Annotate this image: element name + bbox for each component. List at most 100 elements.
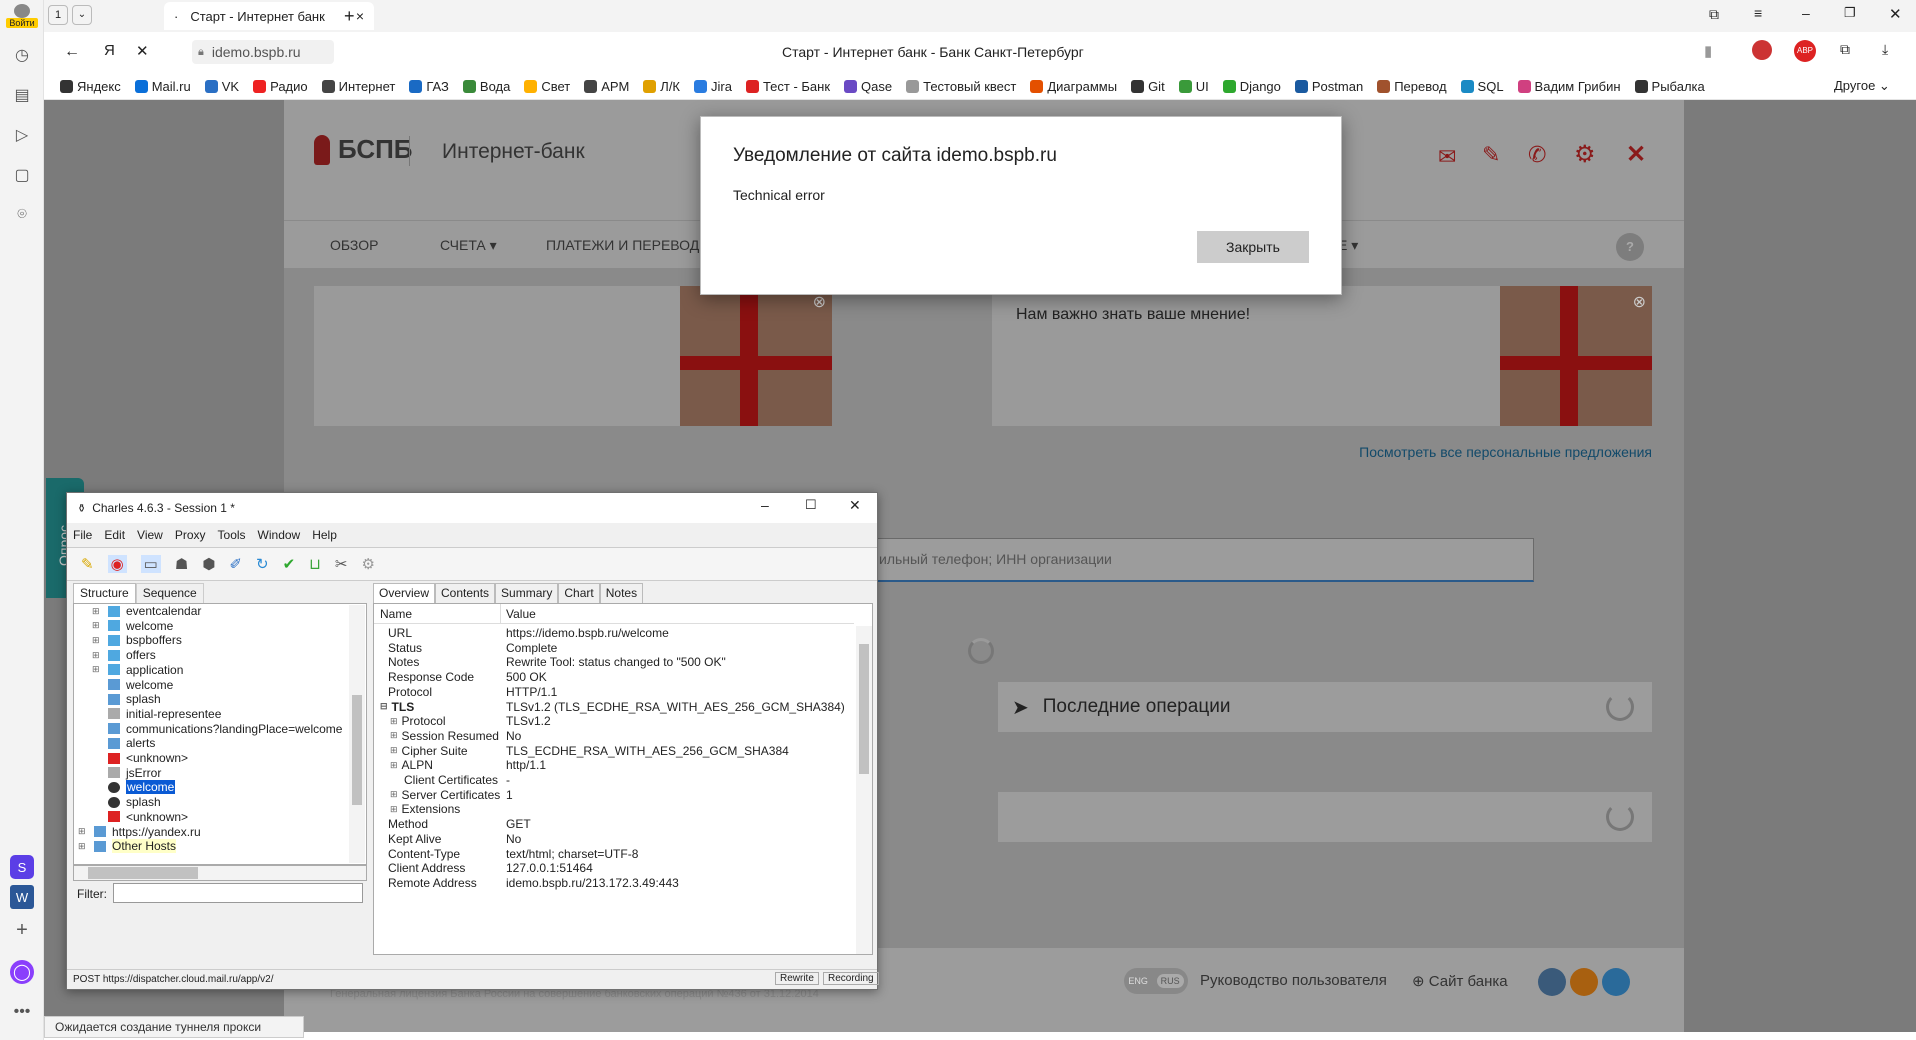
tree-item[interactable]: ⊞ Other Hosts <box>74 837 354 855</box>
bookmark-item[interactable]: ГАЗ <box>409 79 449 94</box>
bookmark-item[interactable]: Qase <box>844 79 892 94</box>
menu-item[interactable]: Help <box>312 528 337 542</box>
more-icon[interactable]: ••• <box>10 1000 34 1024</box>
bookmark-icon[interactable]: ▮ <box>1704 42 1712 60</box>
download-icon[interactable]: ⤓ <box>1882 41 1888 58</box>
screenshot-icon[interactable]: ⌾ <box>10 203 34 227</box>
promo-card-1[interactable]: ⊗ <box>314 286 832 426</box>
minimize-icon[interactable]: – <box>1802 5 1810 21</box>
word-icon[interactable]: W <box>10 885 34 909</box>
menu-item[interactable]: Proxy <box>175 528 206 542</box>
extension-icon[interactable] <box>1752 40 1772 60</box>
recent-ops-panel[interactable]: ➤ Последние операции <box>998 682 1652 732</box>
expand-icon[interactable]: ⊞ <box>92 664 104 675</box>
overview-scrollbar[interactable] <box>856 626 872 954</box>
bookmark-item[interactable]: Вадим Грибин <box>1517 79 1621 94</box>
tab-sequence[interactable]: Sequence <box>135 583 204 603</box>
basket-icon[interactable]: ⊔ <box>309 555 321 573</box>
turtle-icon[interactable]: ☗ <box>175 555 188 573</box>
app-s-icon[interactable]: S <box>10 855 34 879</box>
bookmark-item[interactable]: Свет <box>524 79 570 94</box>
menu-item[interactable]: Edit <box>104 528 125 542</box>
settings-icon[interactable]: ⚙ <box>361 555 374 573</box>
nav-overview[interactable]: ОБЗОР <box>330 237 378 253</box>
bookmark-item[interactable]: Интернет <box>321 79 395 94</box>
tools-icon[interactable]: ✂ <box>335 555 348 573</box>
bookmark-item[interactable]: АРМ <box>584 79 629 94</box>
user-guide-link[interactable]: Руководство пользователя <box>1200 972 1387 989</box>
close-icon[interactable]: ✕ <box>849 497 861 514</box>
gear-icon[interactable]: ⚙ <box>1574 140 1596 169</box>
search-input[interactable]: ильный телефон; ИНН организации <box>864 538 1534 582</box>
chevron-down-icon[interactable]: ⌄ <box>72 5 92 25</box>
bookmark-item[interactable]: SQL <box>1460 79 1504 94</box>
expand-icon[interactable]: ⊞ <box>92 650 104 661</box>
bank-site-link[interactable]: ⊕ Сайт банка <box>1412 972 1508 990</box>
stop-icon[interactable]: ✕ <box>136 42 149 60</box>
bookmark-item[interactable]: Вода <box>462 79 510 94</box>
recording-button[interactable]: Recording <box>823 972 879 985</box>
adblock-icon[interactable]: ABP <box>1794 40 1816 62</box>
expand-icon[interactable]: ⊞ <box>390 760 398 771</box>
maximize-icon[interactable]: ❐ <box>1844 5 1856 21</box>
bookmark-item[interactable]: UI <box>1178 79 1209 94</box>
back-icon[interactable]: ← <box>64 43 80 61</box>
tab-summary[interactable]: Summary <box>495 583 559 603</box>
tab-notes[interactable]: Notes <box>599 583 644 603</box>
tab-structure[interactable]: Structure <box>73 583 136 603</box>
expand-icon[interactable]: ⊞ <box>390 716 398 727</box>
bookmark-item[interactable]: Радио <box>253 79 308 94</box>
expand-icon[interactable]: ⊞ <box>390 804 398 815</box>
other-bookmarks[interactable]: Другое ⌄ <box>1834 78 1890 94</box>
stop-icon[interactable]: ⬢ <box>202 555 215 573</box>
menu-item[interactable]: File <box>73 528 92 542</box>
bookmark-item[interactable]: VK <box>204 79 239 94</box>
structure-tree[interactable]: ⊞ eventcalendar ⊞ welcome ⊞ bspboffers ⊞ offers… <box>73 603 367 865</box>
help-icon[interactable]: ? <box>1616 233 1644 261</box>
bookmark-item[interactable]: Яндекс <box>60 79 121 94</box>
bookmark-item[interactable]: Jira <box>694 79 732 94</box>
new-tab-icon[interactable]: + <box>344 6 355 27</box>
media-icon[interactable]: ▷ <box>10 123 34 147</box>
telegram-icon[interactable] <box>1602 968 1630 996</box>
bookmark-item[interactable]: Postman <box>1294 79 1363 94</box>
pin-icon[interactable]: ✎ <box>1482 142 1500 168</box>
menu-icon[interactable]: ≡ <box>1754 5 1762 21</box>
expand-icon[interactable]: ⊞ <box>78 826 90 837</box>
language-toggle[interactable]: ENG RUS <box>1124 968 1188 994</box>
bookmark-item[interactable]: Git <box>1131 79 1165 94</box>
close-window-icon[interactable]: ✕ <box>1889 5 1902 23</box>
nav-payments[interactable]: ПЛАТЕЖИ И ПЕРЕВОДЫ <box>546 237 712 253</box>
vk-icon[interactable] <box>1538 968 1566 996</box>
close-icon[interactable]: × <box>356 8 364 24</box>
menu-item[interactable]: View <box>137 528 163 542</box>
filter-input[interactable] <box>113 883 363 903</box>
tree-hscrollbar[interactable] <box>73 865 367 881</box>
expand-icon[interactable]: ⊞ <box>92 620 104 631</box>
nav-accounts[interactable]: СЧЕТА ▾ <box>440 237 497 254</box>
offers-link[interactable]: Посмотреть все персональные предложения <box>1359 444 1652 460</box>
bookmark-item[interactable]: Mail.ru <box>134 79 191 94</box>
close-icon[interactable]: ⊗ <box>1633 292 1646 312</box>
bookmark-item[interactable]: Django <box>1222 79 1281 94</box>
tab-chart[interactable]: Chart <box>558 583 600 603</box>
add-icon[interactable]: + <box>10 918 34 942</box>
history-icon[interactable]: ◷ <box>10 43 34 67</box>
ok-icon[interactable] <box>1570 968 1598 996</box>
bookmark-item[interactable]: Тестовый квест <box>906 79 1016 94</box>
expand-icon[interactable]: ⊞ <box>92 635 104 646</box>
tree-scrollbar[interactable] <box>349 605 365 863</box>
bookmark-item[interactable]: Рыбалка <box>1634 79 1705 94</box>
throttle-icon[interactable]: ▭ <box>140 555 161 573</box>
bookmark-item[interactable]: Тест - Банк <box>745 79 830 94</box>
rewrite-button[interactable]: Rewrite <box>775 972 819 985</box>
tabs-count-icon[interactable]: ▢ <box>10 163 34 187</box>
expand-icon[interactable]: ⊞ <box>78 841 90 852</box>
minimize-icon[interactable]: – <box>761 497 769 513</box>
tab-contents[interactable]: Contents <box>435 583 496 603</box>
tab-overview[interactable]: Overview <box>373 583 436 603</box>
address-input[interactable]: 🔒︎ idemo.bspb.ru <box>192 40 334 64</box>
mail-icon[interactable]: ✉ <box>1438 144 1456 170</box>
collections-icon[interactable]: ▤ <box>10 83 34 107</box>
phone-icon[interactable]: ✆ <box>1528 142 1546 168</box>
